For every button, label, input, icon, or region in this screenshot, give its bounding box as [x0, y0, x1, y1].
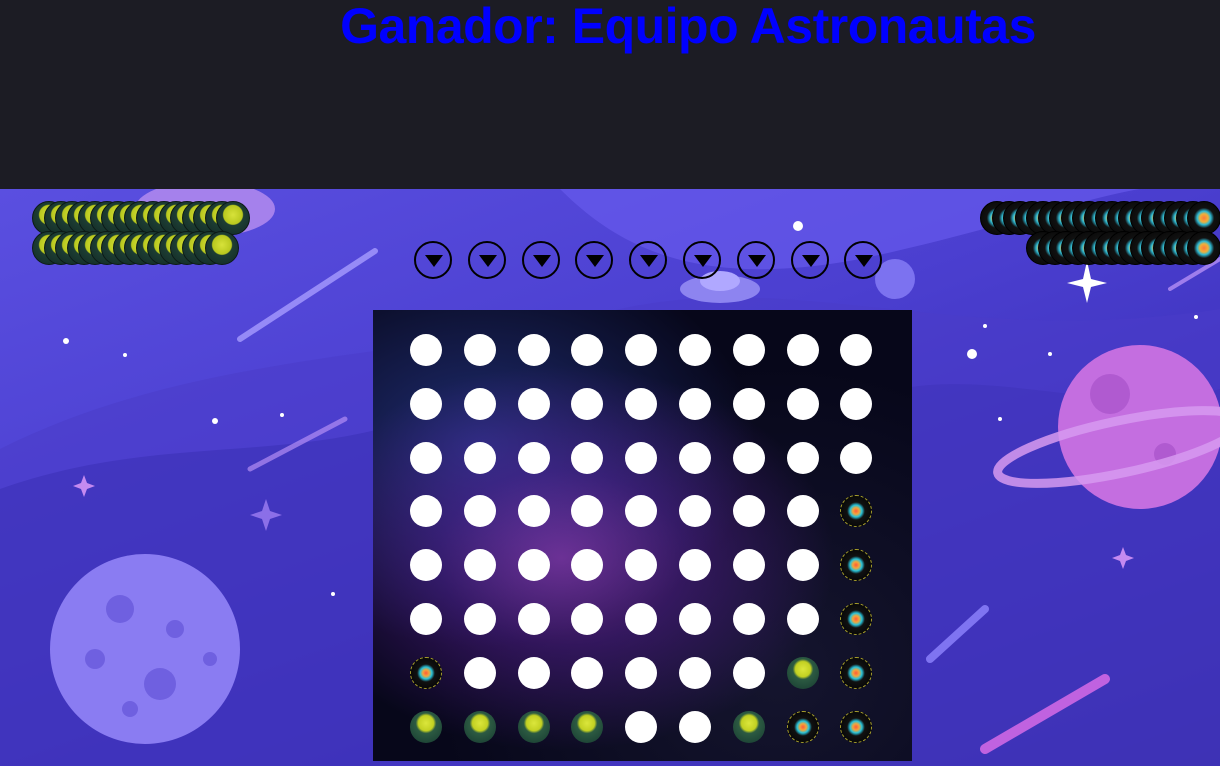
- board-cell-empty[interactable]: [625, 495, 658, 528]
- board-cell-empty[interactable]: [463, 334, 496, 366]
- rocket-piece[interactable]: [410, 656, 442, 689]
- alien-piece[interactable]: [517, 710, 550, 743]
- board-cell-empty[interactable]: [679, 441, 711, 474]
- board-cell-empty[interactable]: [625, 710, 658, 743]
- board-cell-empty[interactable]: [679, 495, 711, 528]
- board-cell-empty[interactable]: [732, 441, 765, 474]
- drop-column-7-button[interactable]: [736, 241, 775, 279]
- board-cell-empty[interactable]: [732, 549, 765, 582]
- board-cell-empty[interactable]: [517, 549, 550, 582]
- board-cell-empty[interactable]: [625, 603, 658, 635]
- board-cell-empty[interactable]: [463, 656, 496, 689]
- rocket-piece[interactable]: [786, 710, 819, 743]
- rocket-piece[interactable]: [840, 710, 873, 743]
- board-cell-empty[interactable]: [517, 495, 550, 528]
- alien-icon: [216, 201, 250, 235]
- board-cell-empty[interactable]: [463, 549, 496, 582]
- header-bar: Ganador: Equipo Astronautas: [0, 0, 1220, 189]
- board-cell-empty[interactable]: [410, 603, 442, 635]
- reserve-row: [32, 231, 239, 265]
- board-cell-empty[interactable]: [410, 495, 442, 528]
- board-cell-empty[interactable]: [625, 656, 658, 689]
- drop-column-6-button[interactable]: [683, 241, 721, 279]
- board-cell-empty[interactable]: [571, 495, 604, 528]
- board-cell-empty[interactable]: [679, 549, 711, 582]
- board-cell-empty[interactable]: [463, 603, 496, 635]
- winner-title: Ganador: Equipo Astronautas: [340, 0, 1036, 54]
- board-cell-empty[interactable]: [517, 387, 550, 420]
- board-cell-empty[interactable]: [786, 387, 819, 420]
- alien-piece[interactable]: [732, 710, 765, 743]
- alien-icon: [204, 231, 239, 265]
- board-cell-empty[interactable]: [732, 334, 765, 366]
- drop-column-2-button[interactable]: [467, 241, 506, 279]
- board-cell-empty[interactable]: [732, 387, 765, 420]
- rocket-icon: [1187, 231, 1220, 265]
- board-cell-empty[interactable]: [786, 441, 819, 474]
- board-cell-empty[interactable]: [410, 441, 442, 474]
- board-cell-empty[interactable]: [463, 495, 496, 528]
- reserve-row: [1026, 231, 1220, 265]
- alien-piece[interactable]: [571, 710, 604, 743]
- board-cell-empty[interactable]: [679, 334, 711, 366]
- board-cell-empty[interactable]: [732, 495, 765, 528]
- board-cell-empty[interactable]: [786, 495, 819, 528]
- drop-column-8-button[interactable]: [790, 241, 829, 279]
- board-cell-empty[interactable]: [679, 387, 711, 420]
- rocket-piece[interactable]: [840, 603, 873, 635]
- board-cell-empty[interactable]: [786, 603, 819, 635]
- rocket-piece[interactable]: [840, 495, 873, 528]
- board-cell-empty[interactable]: [571, 387, 604, 420]
- board-cell-empty[interactable]: [732, 603, 765, 635]
- board-cell-empty[interactable]: [517, 656, 550, 689]
- board-cell-empty[interactable]: [410, 549, 442, 582]
- board-cell-empty[interactable]: [679, 603, 711, 635]
- game-board: [373, 310, 912, 761]
- drop-column-5-button[interactable]: [629, 241, 668, 279]
- board-cell-empty[interactable]: [517, 334, 550, 366]
- alien-piece[interactable]: [410, 710, 442, 743]
- reserve-row: [980, 201, 1220, 235]
- board-cell-empty[interactable]: [463, 387, 496, 420]
- board-cell-empty[interactable]: [732, 656, 765, 689]
- board-cell-empty[interactable]: [786, 549, 819, 582]
- drop-column-1-button[interactable]: [414, 241, 452, 279]
- board-cell-empty[interactable]: [840, 387, 873, 420]
- board-cell-empty[interactable]: [410, 334, 442, 366]
- board-cell-empty[interactable]: [625, 334, 658, 366]
- board-cell-empty[interactable]: [625, 549, 658, 582]
- board-cell-empty[interactable]: [463, 441, 496, 474]
- board-cell-empty[interactable]: [571, 549, 604, 582]
- board-cell-empty[interactable]: [410, 387, 442, 420]
- reserve-row: [32, 201, 250, 235]
- board-cell-empty[interactable]: [571, 603, 604, 635]
- alien-piece[interactable]: [786, 656, 819, 689]
- board-cell-empty[interactable]: [679, 656, 711, 689]
- board-cell-empty[interactable]: [840, 334, 873, 366]
- board-cell-empty[interactable]: [571, 656, 604, 689]
- alien-piece[interactable]: [463, 710, 496, 743]
- board-cell-empty[interactable]: [571, 334, 604, 366]
- board-cell-empty[interactable]: [840, 441, 873, 474]
- drop-column-3-button[interactable]: [521, 241, 560, 279]
- board-cell-empty[interactable]: [517, 603, 550, 635]
- board-cell-empty[interactable]: [571, 441, 604, 474]
- board-cell-empty[interactable]: [786, 334, 819, 366]
- rocket-icon: [1187, 201, 1220, 235]
- board-cell-empty[interactable]: [679, 710, 711, 743]
- rocket-piece[interactable]: [840, 549, 873, 582]
- board-cell-empty[interactable]: [625, 387, 658, 420]
- rocket-piece[interactable]: [840, 656, 873, 689]
- board-cell-empty[interactable]: [517, 441, 550, 474]
- board-cell-empty[interactable]: [625, 441, 658, 474]
